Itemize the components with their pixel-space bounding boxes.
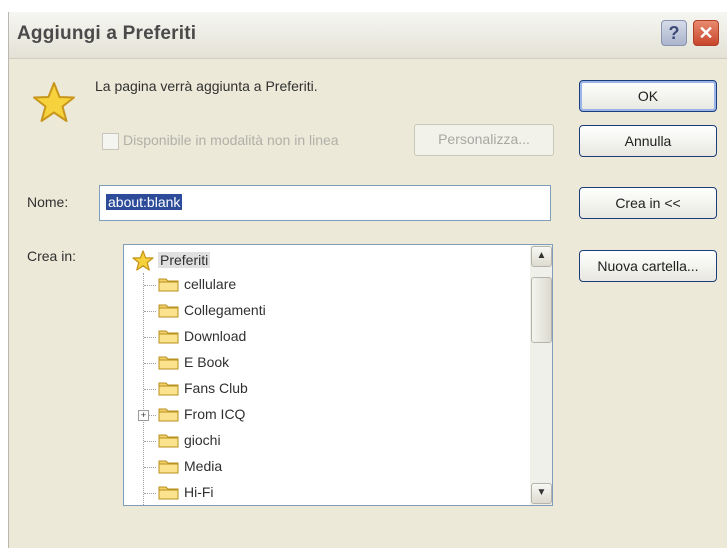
favorite-star-icon: [33, 82, 75, 122]
folder-icon: [158, 406, 179, 422]
tree-folder-label: Download: [184, 328, 247, 344]
scroll-up-arrow-icon[interactable]: ▲: [531, 246, 552, 267]
new-folder-button[interactable]: Nuova cartella...: [579, 250, 717, 282]
scroll-down-arrow-icon[interactable]: ▼: [531, 483, 552, 504]
add-favorite-dialog: Aggiungi a Preferiti ? ✕ La pagina verrà…: [8, 12, 727, 548]
tree-connector: [144, 389, 156, 390]
name-field[interactable]: about:blank: [99, 185, 551, 221]
tree-folder-label: giochi: [184, 432, 221, 448]
folder-icon: [158, 458, 179, 474]
vertical-scrollbar[interactable]: ▲ ▼: [530, 245, 552, 505]
folder-icon: [158, 484, 179, 500]
personalize-button[interactable]: Personalizza...: [414, 124, 554, 156]
cancel-button[interactable]: Annulla: [579, 125, 717, 157]
tree-folder-label: Fans Club: [184, 380, 248, 396]
tree-folder-label: Hi-Fi: [184, 484, 214, 500]
folder-icon: [158, 276, 179, 292]
ok-button[interactable]: OK: [579, 80, 717, 112]
tree-connector: [144, 363, 156, 364]
favorites-star-icon: [132, 250, 154, 271]
expand-plus-icon[interactable]: +: [138, 410, 149, 421]
name-label: Nome:: [27, 194, 69, 210]
info-message: La pagina verrà aggiunta a Preferiti.: [95, 78, 318, 94]
folder-icon: [158, 380, 179, 396]
name-field-value: about:blank: [106, 194, 183, 210]
dialog-title: Aggiungi a Preferiti: [17, 23, 197, 44]
scrollbar-thumb[interactable]: [531, 277, 552, 343]
folder-icon: [158, 354, 179, 370]
create-in-button[interactable]: Crea in <<: [579, 187, 717, 219]
title-bar: Aggiungi a Preferiti ? ✕: [9, 12, 727, 59]
create-in-label: Crea in:: [27, 248, 77, 264]
tree-folder-label: From ICQ: [184, 406, 246, 422]
folder-icon: [158, 328, 179, 344]
tree-connector: [144, 467, 156, 468]
tree-connector: [144, 285, 156, 286]
offline-checkbox[interactable]: [102, 133, 119, 150]
tree-root-label: Preferiti: [158, 252, 211, 268]
tree-connector: [144, 441, 156, 442]
folder-icon: [158, 302, 179, 318]
tree-folder-label: Collegamenti: [184, 302, 266, 318]
folder-tree[interactable]: Preferiti cellulare Collegamenti Download E…: [123, 244, 553, 506]
tree-folder-label: E Book: [184, 354, 230, 370]
tree-connector: [144, 493, 156, 494]
tree-folder-label: Media: [184, 458, 223, 474]
offline-checkbox-label: Disponibile in modalità non in linea: [123, 132, 339, 148]
close-button[interactable]: ✕: [693, 20, 719, 46]
tree-folder-label: cellulare: [184, 276, 237, 292]
tree-connector: [144, 337, 156, 338]
folder-icon: [158, 432, 179, 448]
tree-connector: [144, 311, 156, 312]
help-button[interactable]: ?: [661, 20, 687, 46]
